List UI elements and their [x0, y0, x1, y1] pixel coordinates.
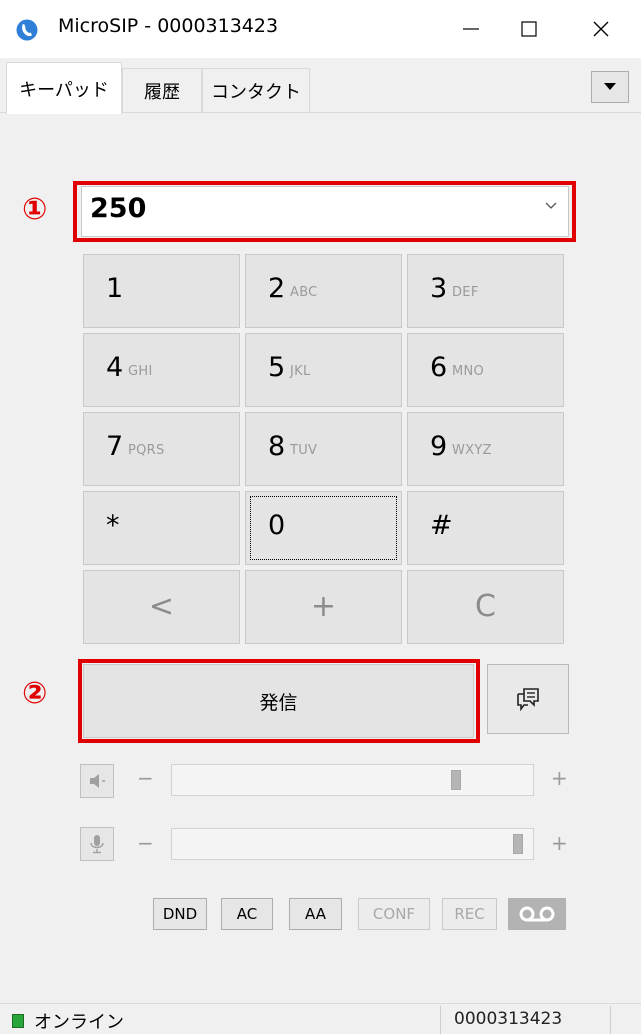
window-title: MicroSIP - 0000313423: [58, 15, 279, 37]
online-status-icon: [12, 1014, 24, 1028]
title-bar: MicroSIP - 0000313423: [0, 0, 641, 58]
key-letters: MNO: [452, 364, 485, 379]
status-text: オンライン: [34, 1012, 124, 1033]
voicemail-icon: [519, 906, 555, 922]
microphone-icon: [90, 835, 104, 854]
auto-answer-button[interactable]: AA: [289, 898, 342, 930]
status-divider: [610, 1006, 611, 1034]
message-icon: [517, 688, 539, 711]
annotation-marker-1: ①: [22, 192, 48, 227]
voicemail-button[interactable]: [508, 898, 566, 930]
plus-key[interactable]: +: [245, 570, 402, 644]
key-digit: *: [106, 510, 120, 541]
key-letters: TUV: [290, 443, 318, 458]
key-letters: GHI: [128, 364, 153, 379]
clear-key[interactable]: C: [407, 570, 564, 644]
auto-conference-button[interactable]: AC: [221, 898, 273, 930]
key-6[interactable]: 6 MNO: [407, 333, 564, 407]
tab-keypad[interactable]: キーパッド: [6, 62, 122, 114]
microphone-volume-minus: −: [137, 831, 154, 855]
key-8[interactable]: 8 TUV: [245, 412, 402, 486]
key-1[interactable]: 1: [83, 254, 240, 328]
key-digit: 0: [268, 510, 286, 541]
number-input[interactable]: 250: [81, 186, 569, 237]
key-letters: JKL: [290, 364, 311, 379]
key-star[interactable]: *: [83, 491, 240, 565]
plus-label: +: [310, 589, 337, 624]
speaker-volume-thumb[interactable]: [451, 770, 461, 790]
conference-button[interactable]: CONF: [358, 898, 430, 930]
triangle-down-icon: [604, 83, 616, 90]
clear-label: C: [475, 589, 496, 624]
key-hash[interactable]: #: [407, 491, 564, 565]
maximize-button[interactable]: [500, 0, 558, 58]
close-icon: [593, 21, 609, 37]
key-letters: PQRS: [128, 443, 165, 458]
key-2[interactable]: 2 ABC: [245, 254, 402, 328]
key-digit: 2: [268, 273, 286, 304]
call-button[interactable]: 発信: [83, 664, 474, 738]
microsip-logo-icon: [16, 19, 38, 41]
key-letters: ABC: [290, 285, 318, 300]
key-letters: DEF: [452, 285, 479, 300]
microphone-volume-thumb[interactable]: [513, 834, 524, 854]
tab-menu-button[interactable]: [591, 71, 629, 103]
key-digit: 6: [430, 352, 448, 383]
key-digit: 7: [106, 431, 124, 462]
minimize-button[interactable]: [442, 0, 500, 58]
message-button[interactable]: [487, 664, 569, 734]
microphone-volume-slider[interactable]: [171, 828, 534, 860]
microphone-volume-plus: +: [551, 831, 568, 855]
key-digit: 5: [268, 352, 286, 383]
record-button[interactable]: REC: [442, 898, 497, 930]
annotation-marker-2: ②: [22, 676, 48, 711]
speaker-volume-plus: +: [551, 766, 568, 790]
key-digit: 3: [430, 273, 448, 304]
key-digit: 9: [430, 431, 448, 462]
backspace-label: <: [148, 589, 175, 624]
speaker-volume-minus: −: [137, 766, 154, 790]
account-number: 0000313423: [454, 1009, 563, 1029]
key-digit: #: [430, 510, 453, 541]
status-bar: オンライン 0000313423: [0, 1003, 641, 1034]
number-input-value: 250: [90, 193, 147, 224]
chevron-down-icon[interactable]: [544, 201, 558, 211]
key-5[interactable]: 5 JKL: [245, 333, 402, 407]
tab-contacts[interactable]: コンタクト: [202, 68, 310, 112]
status-divider: [440, 1006, 441, 1034]
key-digit: 8: [268, 431, 286, 462]
key-letters: WXYZ: [452, 443, 492, 458]
key-9[interactable]: 9 WXYZ: [407, 412, 564, 486]
close-button[interactable]: [572, 0, 630, 58]
microphone-mute-button[interactable]: [80, 827, 114, 861]
dnd-button[interactable]: DND: [153, 898, 207, 930]
speaker-mute-button[interactable]: [80, 764, 114, 798]
key-digit: 1: [106, 273, 124, 304]
key-7[interactable]: 7 PQRS: [83, 412, 240, 486]
key-3[interactable]: 3 DEF: [407, 254, 564, 328]
speaker-icon: [90, 774, 105, 788]
tab-history[interactable]: 履歴: [122, 68, 202, 112]
maximize-icon: [521, 21, 537, 37]
key-0[interactable]: 0: [245, 491, 402, 565]
key-4[interactable]: 4 GHI: [83, 333, 240, 407]
minimize-icon: [463, 28, 479, 30]
key-digit: 4: [106, 352, 124, 383]
backspace-key[interactable]: <: [83, 570, 240, 644]
speaker-volume-slider[interactable]: [171, 764, 534, 796]
